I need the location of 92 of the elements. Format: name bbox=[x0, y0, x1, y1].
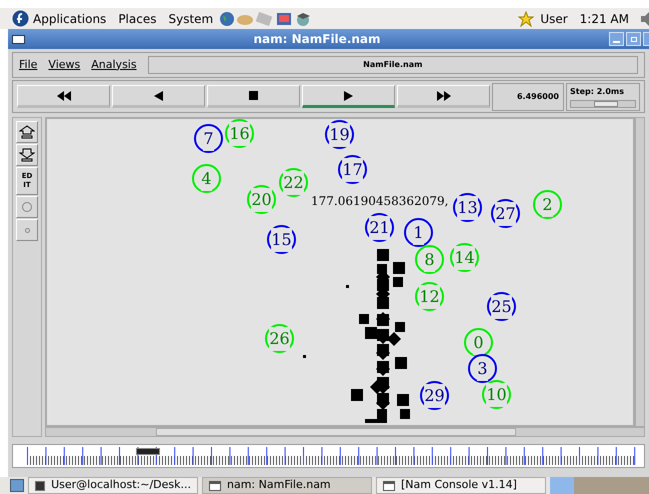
network-node[interactable]: 29 bbox=[420, 381, 449, 410]
taskbar-button[interactable]: [Nam Console v1.14] bbox=[376, 477, 546, 494]
playback-button[interactable] bbox=[302, 85, 395, 108]
node-number: 7 bbox=[203, 126, 214, 150]
menu-item[interactable]: Views bbox=[48, 56, 80, 74]
logo-icon bbox=[12, 10, 29, 27]
clock[interactable]: 1:21 AM bbox=[580, 10, 629, 28]
panel-menu[interactable]: System bbox=[168, 10, 214, 28]
node-number: 19 bbox=[329, 122, 350, 146]
time-marker-icon[interactable] bbox=[136, 448, 160, 455]
window-icon bbox=[383, 480, 395, 490]
node-number: 4 bbox=[201, 166, 212, 190]
node-number: 20 bbox=[251, 188, 272, 212]
rewind-icon bbox=[56, 90, 70, 100]
network-node[interactable]: 26 bbox=[265, 324, 294, 353]
network-node[interactable]: 7 bbox=[194, 124, 223, 153]
node-number: 3 bbox=[477, 356, 488, 380]
star-icon bbox=[518, 10, 534, 26]
step-label: Step: 2.0ms bbox=[570, 86, 625, 98]
window-icon bbox=[209, 480, 221, 490]
node-number: 13 bbox=[457, 196, 478, 220]
network-node[interactable]: 19 bbox=[325, 120, 354, 149]
node-number: 29 bbox=[424, 384, 445, 408]
network-node[interactable]: 27 bbox=[491, 199, 520, 228]
network-node[interactable]: 22 bbox=[279, 168, 308, 197]
node-number: 2 bbox=[542, 192, 553, 216]
zoom-out-button[interactable] bbox=[16, 144, 38, 166]
window-menu-icon[interactable] bbox=[12, 34, 25, 44]
node-number: 10 bbox=[486, 382, 507, 406]
show-desktop-icon[interactable] bbox=[10, 479, 24, 492]
network-node[interactable]: 25 bbox=[487, 292, 516, 321]
fast-forward-icon bbox=[436, 90, 450, 100]
app-launcher-icons[interactable] bbox=[219, 10, 312, 26]
playback-button[interactable] bbox=[207, 85, 300, 108]
taskbar-button[interactable]: nam: NamFile.nam bbox=[202, 477, 372, 494]
workspace-switcher[interactable] bbox=[550, 477, 649, 494]
playback-button[interactable] bbox=[397, 85, 490, 108]
node-number: 22 bbox=[283, 170, 304, 194]
file-name-label: NamFile.nam bbox=[148, 56, 638, 74]
network-node[interactable]: 10 bbox=[482, 380, 511, 409]
network-node[interactable]: 14 bbox=[450, 243, 479, 272]
maximize-button[interactable] bbox=[626, 32, 641, 46]
node-number: 0 bbox=[473, 330, 484, 354]
menu-item[interactable]: Analysis bbox=[91, 56, 137, 74]
node-number: 17 bbox=[342, 158, 363, 182]
time-display: 6.496000 bbox=[492, 82, 564, 110]
network-node[interactable]: 4 bbox=[192, 164, 221, 193]
menu-item[interactable]: File bbox=[19, 56, 38, 74]
network-node[interactable]: 16 bbox=[225, 119, 254, 148]
timeline[interactable] bbox=[12, 444, 645, 468]
node-number: 21 bbox=[369, 216, 390, 240]
network-node[interactable]: 12 bbox=[415, 282, 444, 311]
network-node[interactable]: 1 bbox=[404, 218, 433, 247]
terminal-icon bbox=[35, 480, 46, 490]
play-icon bbox=[344, 90, 353, 100]
zoom-in-button[interactable] bbox=[16, 121, 38, 143]
panel-menu[interactable]: Applications bbox=[33, 10, 106, 28]
network-node[interactable]: 13 bbox=[453, 193, 482, 222]
network-node[interactable]: 2 bbox=[533, 190, 562, 219]
node-number: 16 bbox=[229, 122, 250, 146]
network-node[interactable]: 17 bbox=[338, 155, 367, 184]
panel-menu[interactable]: Places bbox=[118, 10, 156, 28]
window-title: nam: NamFile.nam bbox=[252, 31, 382, 48]
step-slider-thumb[interactable] bbox=[594, 100, 618, 106]
network-node[interactable]: 0 bbox=[464, 328, 493, 357]
user-label[interactable]: User bbox=[540, 10, 568, 28]
stop-icon bbox=[249, 91, 258, 100]
step-back-icon bbox=[154, 90, 163, 100]
annotation-label: 177.06190458362079, bbox=[311, 193, 448, 210]
node-number: 26 bbox=[269, 326, 290, 350]
volume-icon[interactable] bbox=[641, 12, 649, 26]
node-number: 15 bbox=[271, 228, 292, 252]
node-number: 8 bbox=[424, 248, 435, 272]
network-node[interactable]: 3 bbox=[468, 354, 497, 383]
node-number: 25 bbox=[491, 294, 512, 318]
circle-tool-button[interactable] bbox=[16, 196, 38, 218]
vertical-scrollbar[interactable] bbox=[635, 117, 645, 427]
minimize-button[interactable] bbox=[609, 32, 624, 46]
playback-button[interactable] bbox=[112, 85, 205, 108]
node-number: 27 bbox=[495, 202, 516, 226]
network-node[interactable]: 15 bbox=[267, 225, 296, 254]
network-node[interactable]: 20 bbox=[247, 185, 276, 214]
horizontal-scrollbar[interactable] bbox=[45, 427, 645, 437]
network-node[interactable]: 8 bbox=[415, 245, 444, 274]
playback-button[interactable] bbox=[17, 85, 110, 108]
node-number: 12 bbox=[419, 284, 440, 308]
dot-tool-button[interactable] bbox=[16, 219, 38, 241]
taskbar-button[interactable]: User@localhost:~/Desk... bbox=[28, 477, 198, 494]
node-number: 14 bbox=[454, 246, 475, 270]
network-node[interactable]: 21 bbox=[365, 213, 394, 242]
node-number: 1 bbox=[413, 220, 424, 244]
step-control[interactable]: Step: 2.0ms bbox=[566, 82, 640, 110]
